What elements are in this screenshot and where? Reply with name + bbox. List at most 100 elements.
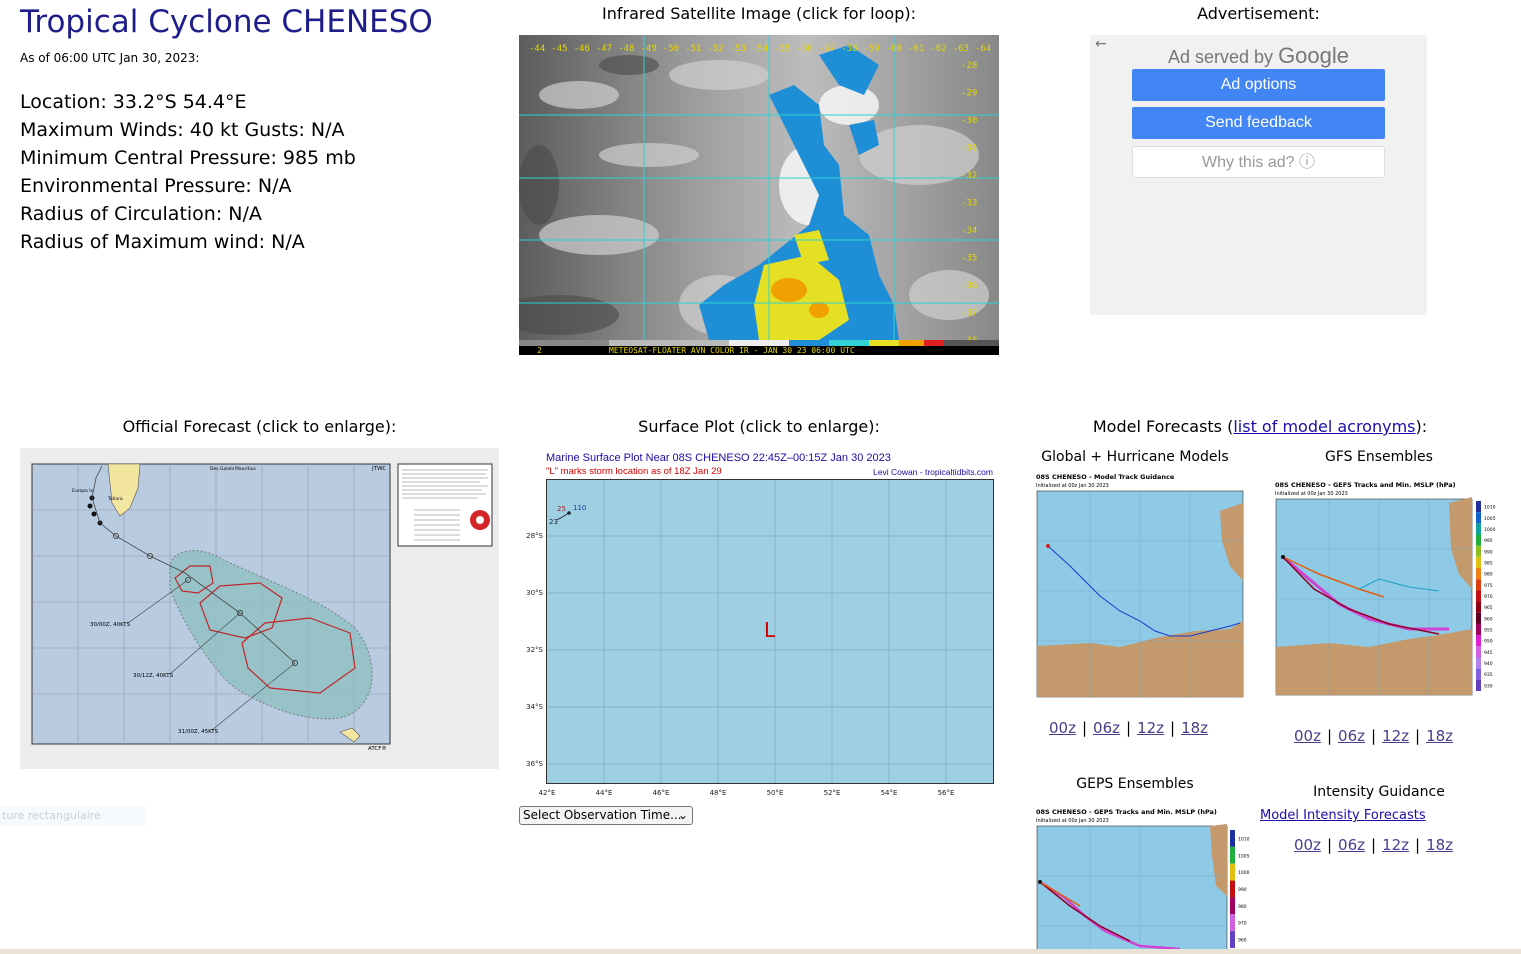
global-link-06z[interactable]: 06z — [1093, 719, 1120, 737]
satellite-title: Infrared Satellite Image (click for loop… — [602, 4, 916, 23]
surface-plot-link[interactable]: Marine Surface Plot Near 08S CHENESO 22:… — [519, 448, 999, 798]
satellite-corner-label: 2 — [537, 346, 542, 355]
agency-label: JTWC — [371, 466, 386, 472]
stat-max-winds: Maximum Winds: 40 kt Gusts: N/A — [20, 119, 345, 141]
scale-swatch — [1230, 880, 1235, 898]
satellite-lat-label: -31 — [961, 144, 977, 154]
global-plot-title: 08S CHENESO - Model Track Guidance — [1036, 473, 1175, 481]
storm-title: Tropical Cyclone CHENESO — [20, 4, 433, 40]
surface-lon-label: 54°E — [881, 789, 898, 797]
scale-label: 940 — [1484, 661, 1493, 667]
separator: | — [1081, 719, 1088, 737]
scale-label: 975 — [1484, 583, 1493, 589]
model-title-prefix: Model Forecasts ( — [1092, 417, 1234, 436]
intensity-link-00z[interactable]: 00z — [1294, 836, 1321, 854]
observation-time-select[interactable]: Select Observation Time... ⌄ — [519, 806, 693, 825]
surface-plot-credit: Levi Cowan - tropicaltidbits.com — [873, 467, 993, 477]
surface-lat-label: 28°S — [526, 532, 543, 540]
scale-swatch — [1476, 635, 1481, 647]
satellite-lat-label: -30 — [961, 116, 977, 126]
separator: | — [1326, 836, 1333, 854]
gfs-link-18z[interactable]: 18z — [1426, 727, 1453, 745]
global-link-12z[interactable]: 12z — [1137, 719, 1164, 737]
place-label-europa: Europa Is — [72, 488, 94, 494]
scale-label: 1005 — [1484, 516, 1496, 522]
atcf-label: ATCF® — [368, 745, 387, 752]
horizontal-scrollbar[interactable] — [0, 949, 1521, 954]
gfs-plot-title: 08S CHENESO - GEFS Tracks and Min. MSLP … — [1275, 481, 1456, 489]
scale-label: 985 — [1484, 560, 1493, 566]
separator: | — [1415, 727, 1421, 745]
scale-label: 995 — [1484, 538, 1493, 544]
satellite-lon-label: -62 — [930, 44, 946, 54]
model-forecasts-title: Model Forecasts (list of model acronyms)… — [1030, 417, 1490, 436]
send-feedback-button[interactable]: Send feedback — [1132, 107, 1385, 139]
scale-label: 990 — [1484, 549, 1493, 555]
global-link-00z[interactable]: 00z — [1049, 719, 1076, 737]
satellite-lon-label: -57 — [819, 44, 835, 54]
geps-plot-title: 08S CHENESO - GEPS Tracks and Min. MSLP … — [1036, 808, 1217, 816]
scale-swatch — [1230, 931, 1235, 948]
satellite-lon-label: -63 — [953, 44, 969, 54]
ad-options-button[interactable]: Ad options — [1132, 69, 1385, 101]
geps-ensembles-title: GEPS Ensembles — [1076, 776, 1194, 792]
satellite-lon-label: -59 — [864, 44, 880, 54]
satellite-lon-label: -54 — [752, 44, 768, 54]
scale-label: 970 — [1238, 921, 1247, 927]
station-pressure: 110 — [573, 504, 586, 512]
global-model-links: 00z | 06z | 12z | 18z — [1049, 719, 1208, 737]
official-forecast-map: 30/00Z, 40KTS 30/12Z, 40KTS 31/00Z, 45KT… — [31, 463, 493, 752]
surface-lat-label: 32°S — [526, 646, 543, 654]
scale-swatch — [1476, 512, 1481, 524]
satellite-lon-label: -61 — [908, 44, 924, 54]
intensity-forecasts-link[interactable]: Model Intensity Forecasts — [1260, 808, 1426, 823]
satellite-image-link[interactable]: -44 -45 -46 -47 -48 -49 -50 -51 -52 -53 -54 -55 -56-… — [519, 35, 999, 355]
model-acronyms-link[interactable]: list of model acronyms — [1233, 417, 1415, 436]
scale-swatch — [1476, 545, 1481, 557]
scale-swatch — [1230, 914, 1235, 932]
scale-swatch — [1476, 501, 1481, 513]
scale-swatch — [1476, 623, 1481, 636]
surface-lon-label: 44°E — [596, 789, 613, 797]
ghost-text-field: ture rectangulaire — [0, 806, 146, 826]
scale-swatch — [1476, 668, 1481, 680]
official-forecast-title: Official Forecast (click to enlarge): — [122, 417, 397, 436]
satellite-lat-label: -36 — [961, 281, 977, 291]
scale-label: 965 — [1484, 605, 1493, 611]
scale-swatch — [1476, 523, 1481, 535]
separator: | — [1126, 719, 1132, 737]
global-models-map: 08S CHENESO - Model Track Guidance Initi… — [1036, 473, 1244, 698]
gfs-ensembles-link[interactable]: 08S CHENESO - GEFS Tracks and Min. MSLP … — [1269, 479, 1497, 701]
station-dew: 23 — [549, 518, 558, 526]
stat-radius-circulation: Radius of Circulation: N/A — [20, 203, 262, 225]
forecast-label-2: 30/12Z, 40KTS — [133, 673, 174, 679]
station-temp: 25 — [557, 505, 566, 513]
official-forecast-link[interactable]: 30/00Z, 40KTS 30/12Z, 40KTS 31/00Z, 45KT… — [20, 448, 499, 769]
satellite-lon-label: -53 — [730, 44, 746, 54]
ad-served-by: Ad served by Google — [1090, 43, 1427, 69]
gfs-model-links: 00z | 06z | 12z | 18z — [1294, 727, 1453, 745]
scale-swatch — [1476, 534, 1481, 546]
intensity-link-18z[interactable]: 18z — [1426, 836, 1453, 854]
separator: | — [1371, 836, 1377, 854]
scale-label: 970 — [1484, 594, 1493, 600]
surface-lon-label: 46°E — [653, 789, 670, 797]
gfs-link-00z[interactable]: 00z — [1294, 727, 1321, 745]
why-this-ad-button[interactable]: Why this ad? ⓘ — [1132, 146, 1385, 178]
surface-lon-label: 52°E — [824, 789, 841, 797]
scale-label: 980 — [1484, 572, 1493, 578]
scale-swatch — [1230, 863, 1235, 881]
intensity-link-12z[interactable]: 12z — [1382, 836, 1409, 854]
intensity-link-06z[interactable]: 06z — [1338, 836, 1365, 854]
gfs-link-12z[interactable]: 12z — [1382, 727, 1409, 745]
scale-swatch — [1476, 590, 1481, 602]
satellite-lon-label: -56 — [797, 44, 813, 54]
stat-location: Location: 33.2°S 54.4°E — [20, 91, 247, 113]
surface-lon-label: 50°E — [767, 789, 784, 797]
scale-swatch — [1476, 579, 1481, 591]
geps-ensembles-link[interactable]: 08S CHENESO - GEPS Tracks and Min. MSLP … — [1030, 806, 1252, 949]
scale-label: 960 — [1484, 616, 1493, 622]
global-link-18z[interactable]: 18z — [1181, 719, 1208, 737]
global-models-link[interactable]: 08S CHENESO - Model Track Guidance Initi… — [1030, 471, 1246, 707]
gfs-link-06z[interactable]: 06z — [1338, 727, 1365, 745]
